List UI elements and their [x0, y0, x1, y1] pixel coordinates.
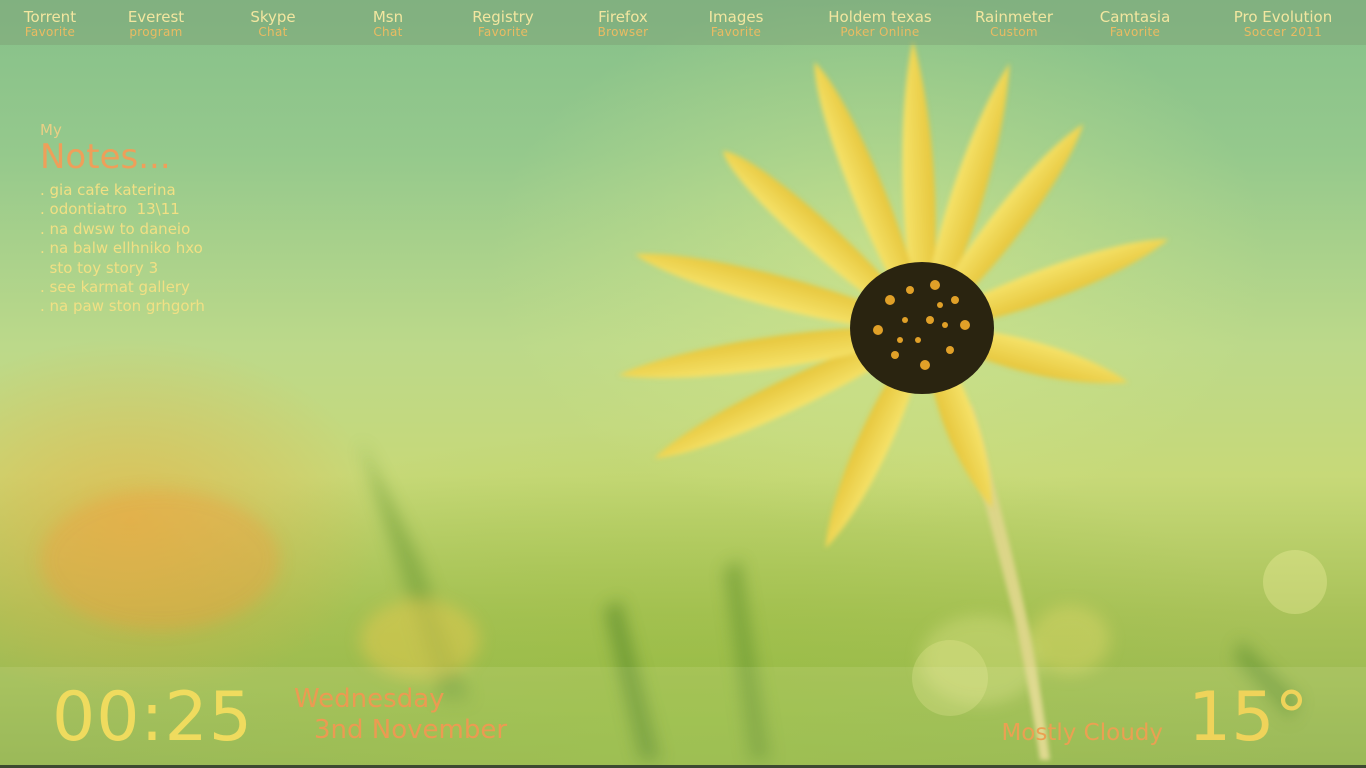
launcher-images[interactable]: Images Favorite	[709, 9, 764, 39]
launcher-sublabel: Poker Online	[840, 25, 920, 39]
note-item: . na paw ston grhgorh	[40, 297, 205, 316]
launcher-msn[interactable]: Msn Chat	[373, 9, 403, 39]
launcher-label: Registry	[472, 8, 534, 26]
launcher-sublabel: Favorite	[477, 25, 529, 39]
notes-list: . gia cafe katerina . odontiatro 13\11 .…	[40, 181, 300, 317]
clock-day: Wednesday	[294, 684, 445, 714]
note-item: . na dwsw to daneio	[40, 219, 191, 238]
launcher-label: Rainmeter	[974, 8, 1054, 26]
launcher-everest[interactable]: Everest program	[128, 9, 184, 39]
launcher-sublabel: Soccer 2011	[1243, 25, 1323, 39]
launcher-rainmeter[interactable]: Rainmeter Custom	[975, 9, 1053, 39]
launcher-sublabel: Favorite	[24, 25, 76, 39]
note-item: sto toy story 3	[40, 258, 159, 277]
launcher-registry[interactable]: Registry Favorite	[472, 9, 533, 39]
launcher-sublabel: program	[129, 25, 183, 39]
weather-temperature: 15°	[1188, 678, 1309, 757]
launcher-sublabel: Chat	[258, 25, 288, 39]
flower-wallpaper	[40, 40, 1327, 760]
clock-date: 3nd November	[314, 715, 508, 745]
launcher-label: Msn	[372, 8, 404, 26]
launcher-camtasia[interactable]: Camtasia Favorite	[1100, 9, 1171, 39]
launcher-sublabel: Favorite	[1109, 25, 1161, 39]
launcher-torrent[interactable]: Torrent Favorite	[24, 9, 76, 39]
launcher-label: Torrent	[23, 8, 77, 26]
launcher-label: Holdem texas	[828, 8, 932, 26]
launcher-skype[interactable]: Skype Chat	[250, 9, 295, 39]
launcher-label: Pro Evolution	[1233, 8, 1333, 26]
note-item: . na balw ellhniko hxo	[40, 239, 203, 258]
launcher-label: Images	[708, 8, 764, 26]
launcher-label: Firefox	[598, 8, 648, 26]
launcher-label: Skype	[250, 8, 296, 26]
note-item: . gia cafe katerina	[40, 181, 176, 199]
launcher-pro-evolution[interactable]: Pro Evolution Soccer 2011	[1234, 9, 1333, 39]
launcher-sublabel: Custom	[990, 25, 1038, 39]
launcher-label: Camtasia	[1099, 8, 1171, 26]
note-item: . odontiatro 13\11	[40, 200, 180, 219]
note-item: . see karmat gallery	[40, 278, 190, 297]
launcher-sublabel: Browser	[597, 25, 649, 39]
notes-title: Notes...	[40, 137, 171, 177]
notes-widget: My Notes... . gia cafe katerina . odonti…	[40, 121, 300, 317]
launcher-label: Everest	[127, 8, 185, 26]
clock-time: 00:25	[52, 678, 253, 757]
bokeh-circle	[1263, 550, 1327, 614]
launcher-firefox[interactable]: Firefox Browser	[598, 9, 649, 39]
weather-condition: Mostly Cloudy	[1001, 720, 1163, 746]
launcher-holdem-texas[interactable]: Holdem texas Poker Online	[828, 9, 931, 39]
desktop: Torrent Favorite Everest program Skype C…	[0, 0, 1366, 768]
launcher-sublabel: Chat	[373, 25, 403, 39]
launcher-sublabel: Favorite	[710, 25, 762, 39]
